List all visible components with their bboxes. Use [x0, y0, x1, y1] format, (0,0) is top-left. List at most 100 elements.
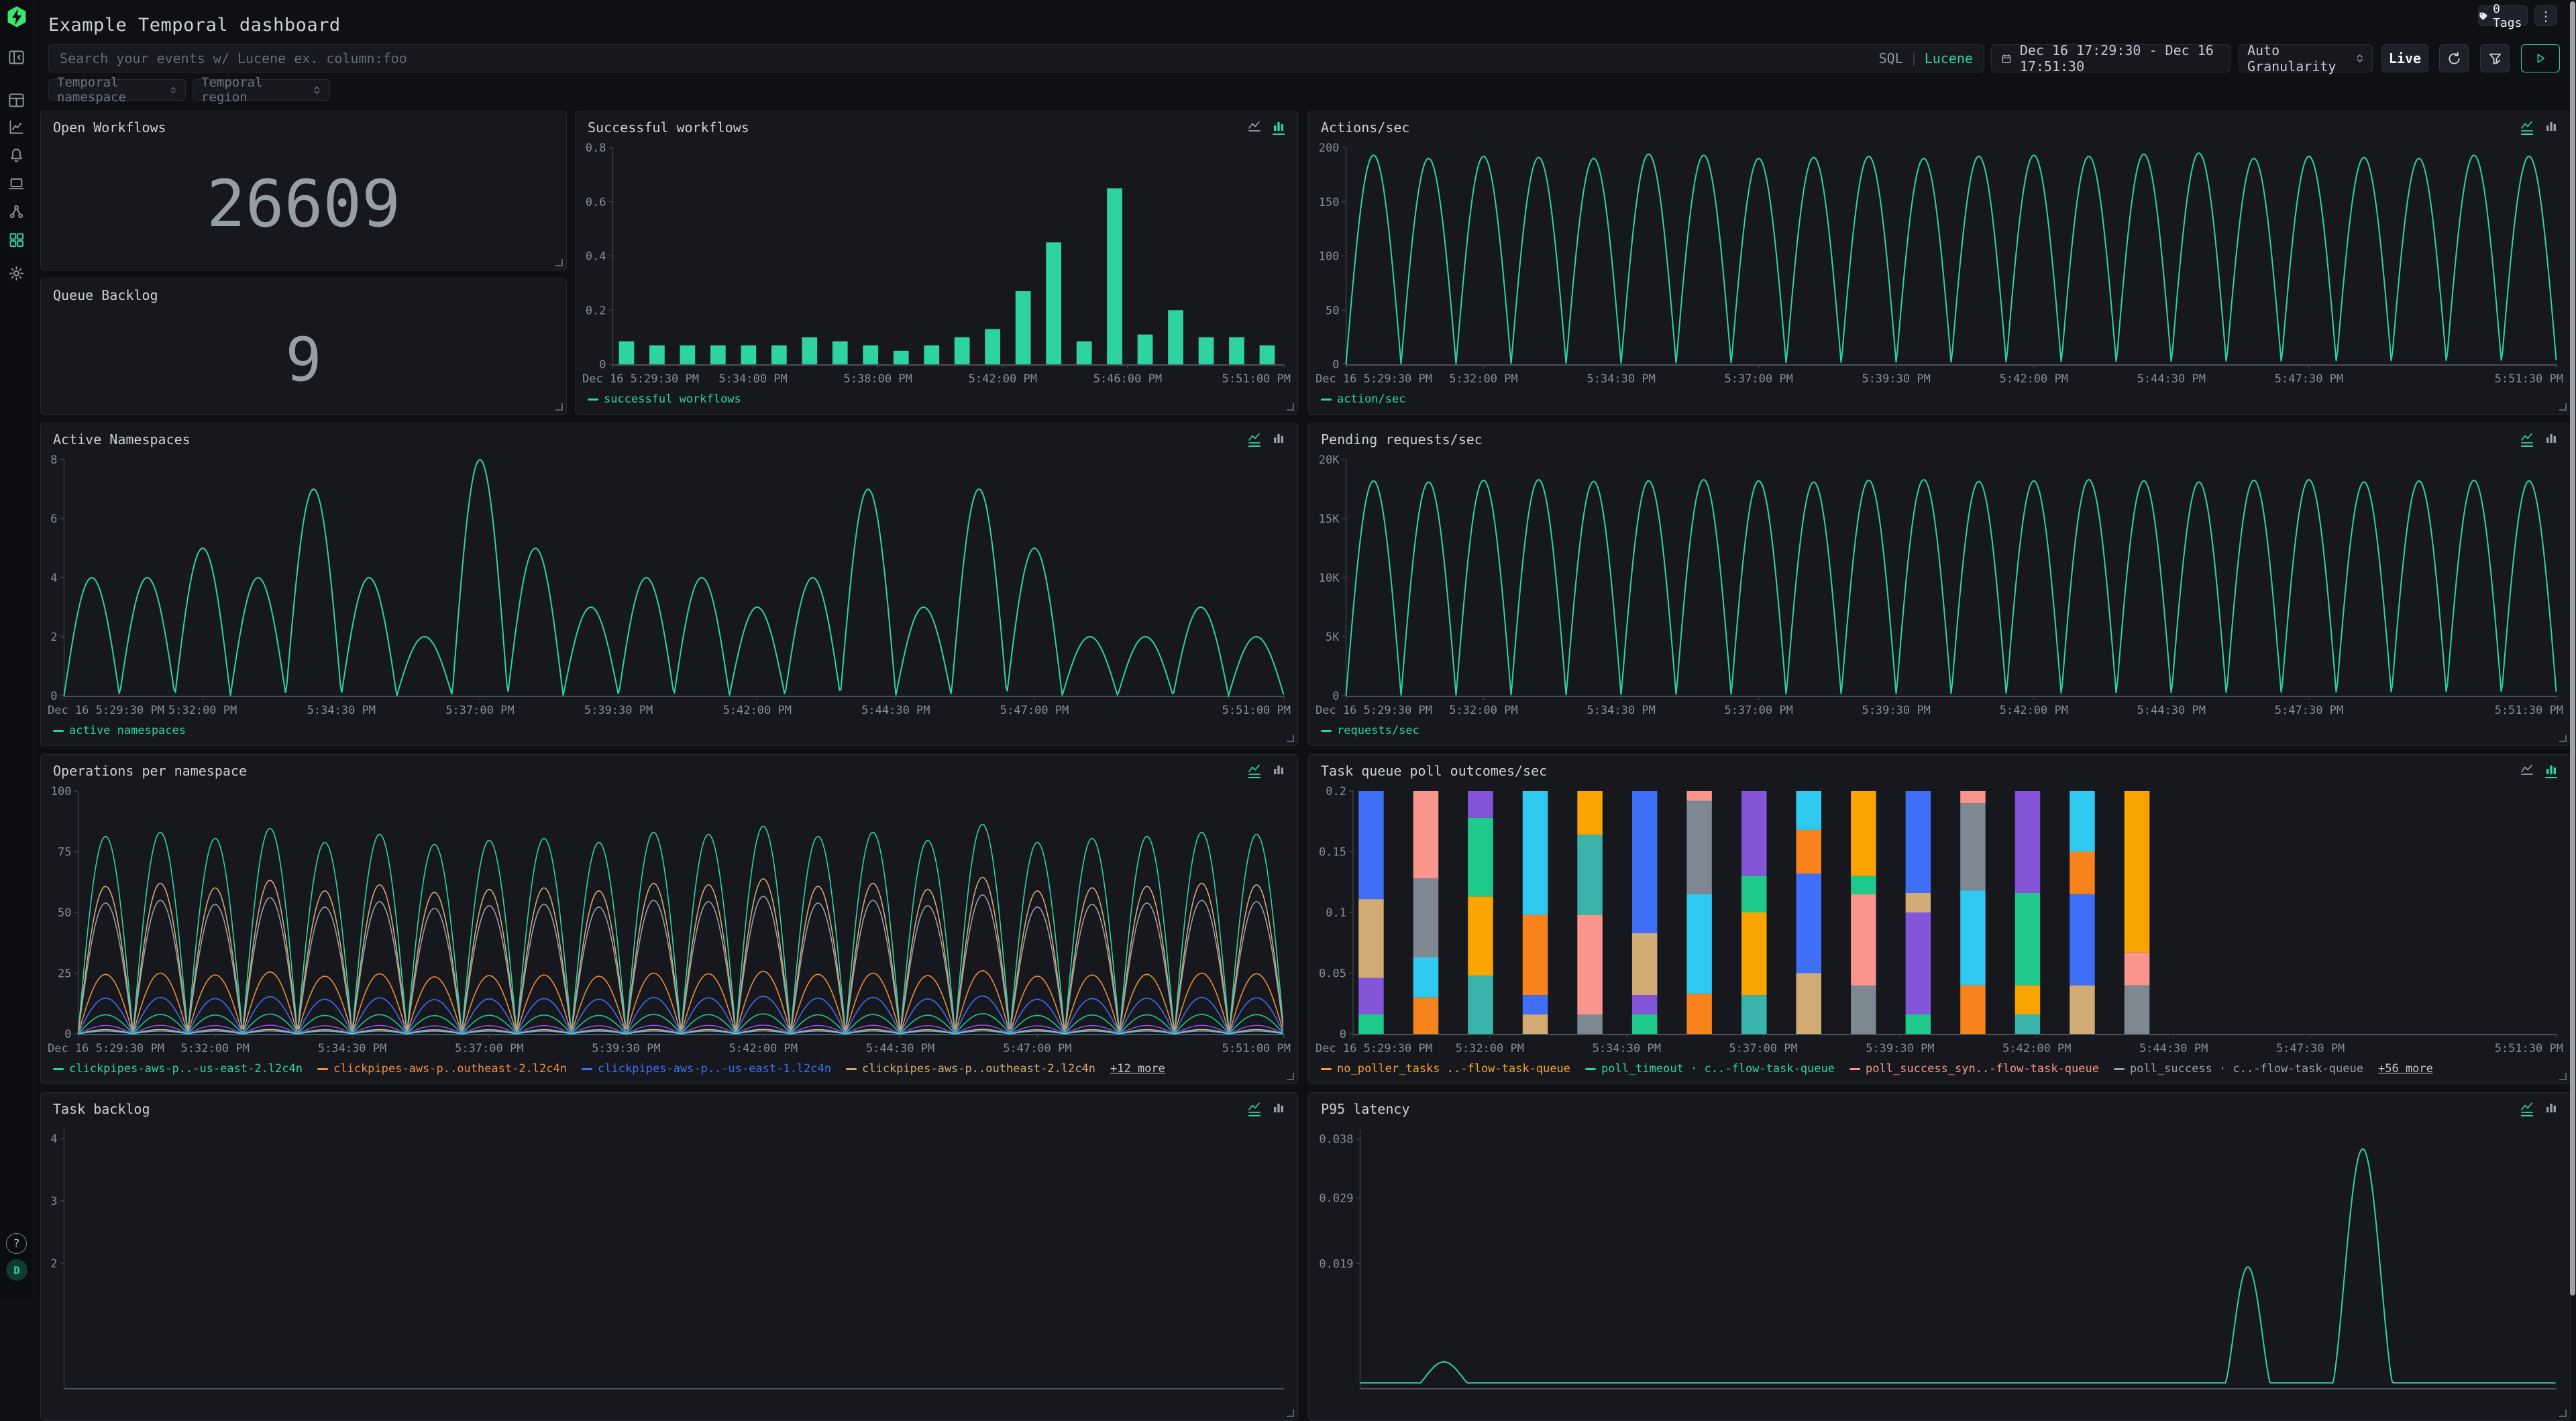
svg-text:5:34:30 PM: 5:34:30 PM — [318, 1042, 386, 1055]
legend-item[interactable]: poll_success_syn..-flow-task-queue — [1849, 1062, 2099, 1075]
temporal-namespace-filter[interactable]: Temporal namespace — [48, 79, 186, 101]
temporal-region-filter[interactable]: Temporal region — [193, 79, 330, 101]
svg-text:5:44:30 PM: 5:44:30 PM — [2137, 372, 2206, 386]
collapse-sidebar-icon[interactable] — [5, 46, 28, 68]
p95-latency-chart: 0.019 0.029 0.038 — [1314, 1122, 2565, 1393]
legend-item[interactable]: poll_timeout · c..-flow-task-queue — [1585, 1062, 1835, 1075]
svg-text:5:34:30 PM: 5:34:30 PM — [1587, 372, 1655, 386]
bar-chart-toggle-icon[interactable] — [2543, 1101, 2559, 1118]
legend-item[interactable]: clickpipes-aws-p..outheast-2.l2c4n — [317, 1062, 567, 1075]
play-icon — [2534, 52, 2546, 64]
query-language-toggle[interactable]: SQL | Lucene — [1879, 50, 1984, 66]
metric-value: 9 — [41, 306, 566, 414]
line-chart-toggle-icon[interactable] — [1246, 1101, 1263, 1118]
svg-text:5:37:00 PM: 5:37:00 PM — [445, 704, 514, 717]
svg-text:8: 8 — [50, 454, 57, 467]
legend-item[interactable]: clickpipes-aws-p..outheast-2.l2c4n — [846, 1062, 1095, 1075]
panel-p95-latency: P95 latency 0.019 0.029 0.038 — [1308, 1092, 2571, 1421]
svg-text:100: 100 — [51, 785, 72, 798]
legend-item[interactable]: poll_success · c..-flow-task-queue — [2114, 1062, 2363, 1075]
filter-label: Temporal namespace — [57, 75, 170, 105]
help-button[interactable]: ? — [6, 1233, 27, 1254]
svg-text:0.029: 0.029 — [1319, 1192, 1353, 1206]
svg-text:5:47:30 PM: 5:47:30 PM — [2275, 704, 2343, 717]
svg-text:0.1: 0.1 — [1326, 906, 1346, 920]
panel-title: Pending requests/sec — [1321, 431, 1483, 448]
svg-text:0.038: 0.038 — [1319, 1133, 1353, 1147]
svg-text:5:37:00 PM: 5:37:00 PM — [455, 1042, 523, 1055]
run-query-button[interactable] — [2521, 44, 2560, 72]
line-chart-toggle-icon[interactable] — [2519, 763, 2535, 780]
refresh-button[interactable] — [2439, 44, 2469, 72]
bar-chart-toggle-icon[interactable] — [2543, 431, 2559, 449]
bar-chart-toggle-icon[interactable] — [1271, 119, 1287, 137]
legend-item[interactable]: successful workflows — [588, 392, 741, 406]
legend-item[interactable]: action/sec — [1321, 392, 1405, 406]
panel-menu-button[interactable]: ⋮ — [2534, 5, 2557, 26]
svg-text:5:32:00 PM: 5:32:00 PM — [1449, 372, 1517, 386]
svg-text:Dec 16 5:29:30 PM: Dec 16 5:29:30 PM — [1316, 372, 1432, 386]
panel-active-namespaces: Active Namespaces 02468Dec 16 5:29:30 PM… — [40, 423, 1298, 746]
bar-chart-toggle-icon[interactable] — [1271, 763, 1287, 780]
svg-text:5:32:00 PM: 5:32:00 PM — [1449, 704, 1517, 717]
panel-title: Operations per namespace — [53, 763, 247, 779]
line-chart-toggle-icon[interactable] — [1246, 431, 1263, 449]
panel-title: P95 latency — [1321, 1101, 1409, 1117]
time-range-picker[interactable]: Dec 16 17:29:30 - Dec 16 17:51:30 — [1991, 44, 2231, 72]
tags-button[interactable]: 0 Tags — [2478, 5, 2528, 26]
line-chart-toggle-icon[interactable] — [1246, 763, 1263, 780]
line-chart-toggle-icon[interactable] — [2519, 431, 2535, 449]
sql-mode-label[interactable]: SQL — [1879, 50, 1903, 66]
panel-title: Queue Backlog — [53, 287, 158, 303]
svg-text:4: 4 — [50, 572, 57, 585]
table-view-icon[interactable] — [5, 89, 28, 111]
filter-button[interactable] — [2480, 44, 2510, 72]
chart-explorer-icon[interactable] — [5, 115, 28, 138]
panel-title: Task queue poll outcomes/sec — [1321, 763, 1547, 779]
legend-item[interactable]: active namespaces — [53, 724, 186, 737]
panel-operations-per-namespace: Operations per namespace 0255075100Dec 1… — [40, 754, 1298, 1084]
line-chart-toggle-icon[interactable] — [2519, 119, 2535, 137]
user-avatar[interactable]: D — [6, 1259, 28, 1281]
sessions-laptop-icon[interactable] — [5, 172, 28, 195]
legend-more-link[interactable]: +56 more — [2378, 1062, 2433, 1075]
app-logo-icon[interactable] — [5, 5, 28, 28]
legend-item[interactable]: requests/sec — [1321, 724, 1419, 737]
dashboards-grid-icon[interactable] — [5, 228, 28, 251]
svg-text:4: 4 — [50, 1133, 57, 1146]
svg-text:5:34:00 PM: 5:34:00 PM — [718, 372, 787, 386]
settings-gear-icon[interactable] — [5, 262, 28, 284]
svg-text:5:39:30 PM: 5:39:30 PM — [1862, 704, 1930, 717]
legend-item[interactable]: clickpipes-aws-p..-us-east-2.l2c4n — [53, 1062, 303, 1075]
svg-text:0.019: 0.019 — [1319, 1257, 1353, 1271]
chevron-up-down-icon — [2355, 52, 2364, 64]
svg-text:5:37:00 PM: 5:37:00 PM — [1724, 372, 1792, 386]
svg-text:Dec 16 5:29:30 PM: Dec 16 5:29:30 PM — [48, 1042, 164, 1055]
svg-text:5:47:00 PM: 5:47:00 PM — [1000, 704, 1069, 717]
svg-text:15K: 15K — [1319, 513, 1340, 526]
lucene-mode-label[interactable]: Lucene — [1925, 50, 1973, 66]
legend-more-link[interactable]: +12 more — [1110, 1062, 1165, 1075]
search-input[interactable] — [49, 50, 1879, 66]
svg-text:Dec 16 5:29:30 PM: Dec 16 5:29:30 PM — [1316, 1042, 1432, 1055]
legend-item[interactable]: clickpipes-aws-p..-us-east-1.l2c4n — [582, 1062, 831, 1075]
services-map-icon[interactable] — [5, 200, 28, 223]
line-chart-toggle-icon[interactable] — [1246, 119, 1263, 137]
granularity-value: Auto Granularity — [2247, 42, 2355, 74]
bar-chart-toggle-icon[interactable] — [2543, 119, 2559, 137]
alerts-bell-icon[interactable] — [5, 144, 28, 166]
legend-item[interactable]: no_poller_tasks ..-flow-task-queue — [1321, 1062, 1570, 1075]
bar-chart-toggle-icon[interactable] — [1271, 1101, 1287, 1118]
panel-task-backlog: Task backlog 234 — [40, 1092, 1298, 1421]
calendar-icon — [2001, 52, 2012, 66]
bar-chart-toggle-icon[interactable] — [1271, 431, 1287, 449]
svg-text:2: 2 — [50, 631, 57, 644]
svg-text:5:42:00 PM: 5:42:00 PM — [969, 372, 1037, 386]
bar-chart-toggle-icon[interactable] — [2543, 763, 2559, 780]
line-chart-toggle-icon[interactable] — [2519, 1101, 2535, 1118]
live-button[interactable]: Live — [2381, 44, 2428, 72]
granularity-select[interactable]: Auto Granularity — [2239, 44, 2373, 72]
svg-text:0: 0 — [50, 690, 57, 703]
page-scrollbar[interactable] — [2570, 1, 2575, 1296]
sidebar: ? D — [0, 0, 34, 1297]
